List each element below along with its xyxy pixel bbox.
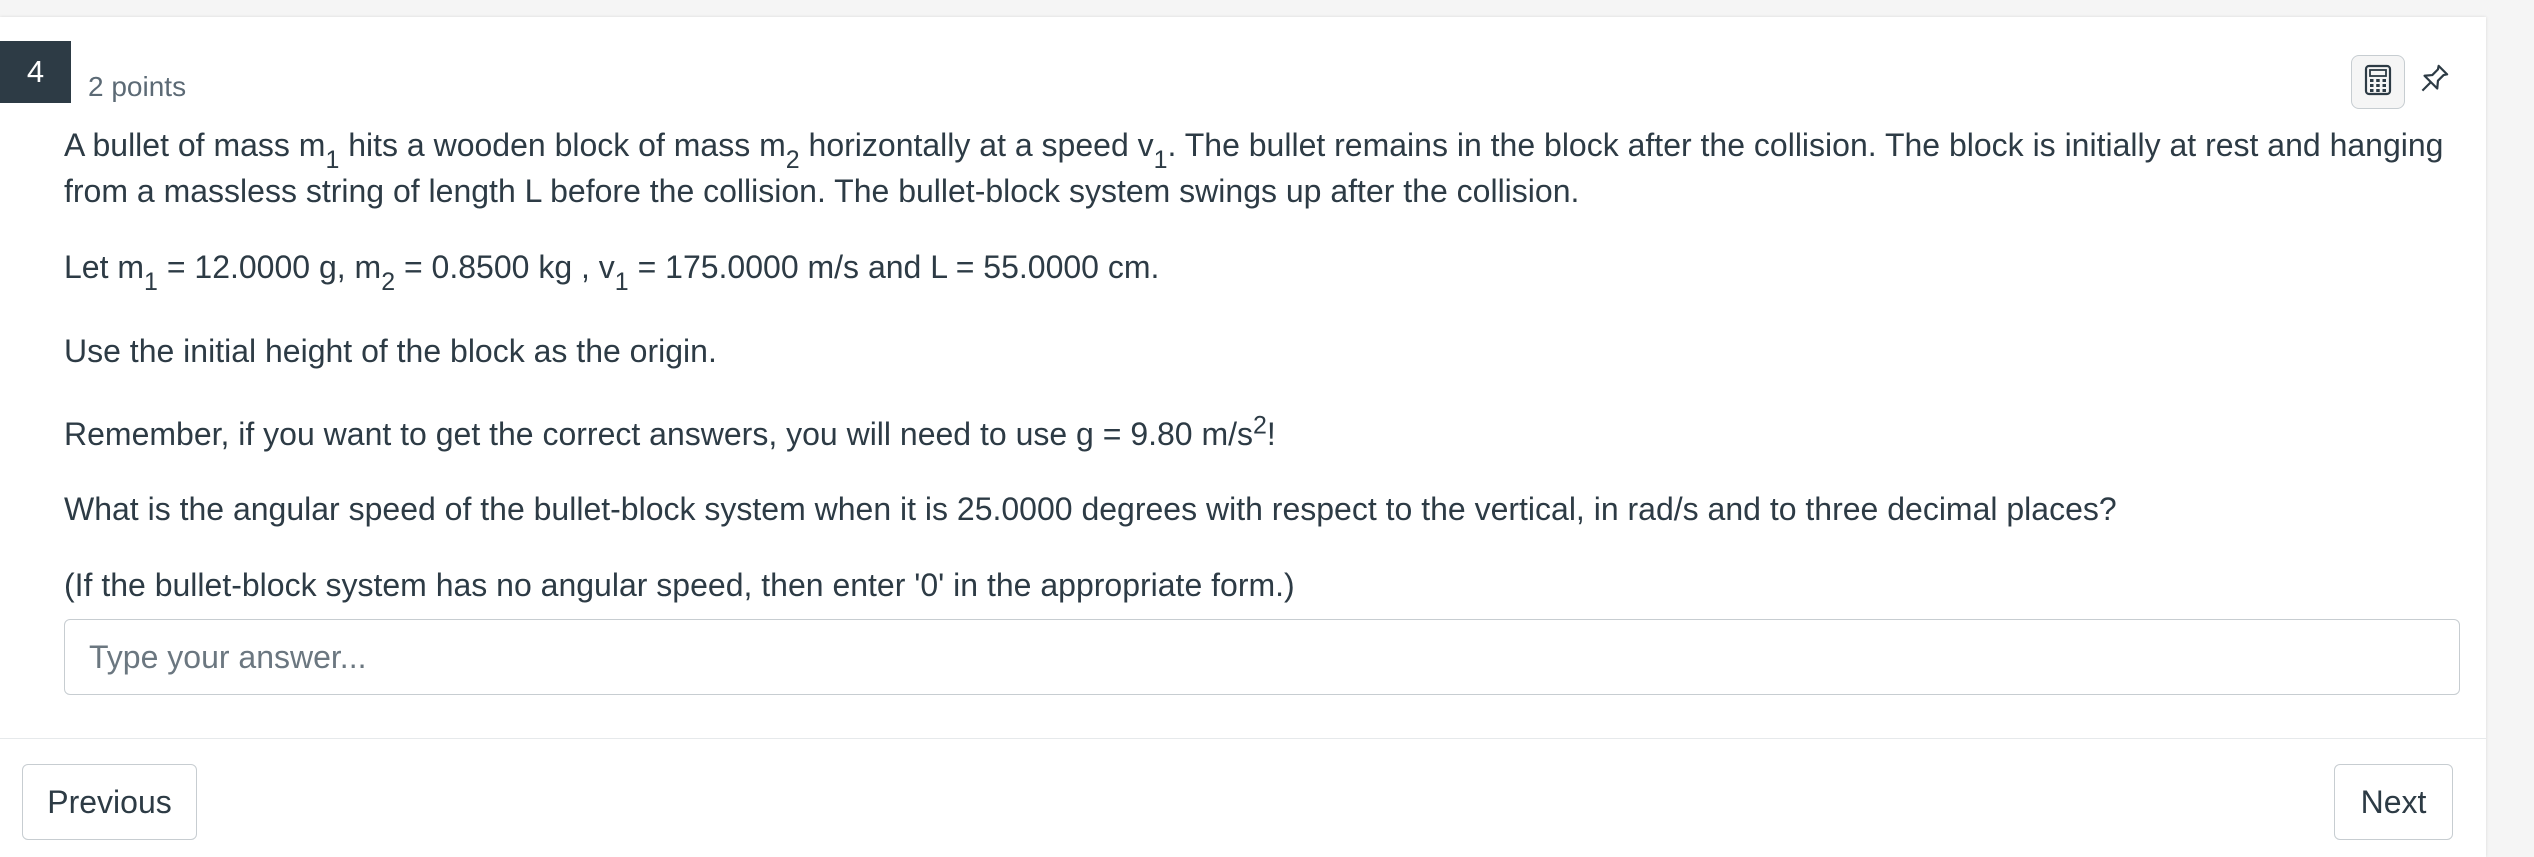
- pin-button[interactable]: [2406, 55, 2460, 109]
- answer-input[interactable]: [64, 619, 2460, 695]
- question-paragraph-3: Use the initial height of the block as t…: [64, 333, 717, 369]
- previous-button[interactable]: Previous: [22, 764, 197, 840]
- footer-divider: [0, 738, 2486, 739]
- question-number-badge: 4: [0, 41, 71, 103]
- question-paragraph-1: A bullet of mass m1 hits a wooden block …: [64, 127, 2444, 209]
- calculator-icon: [2364, 64, 2392, 101]
- question-paragraph-4: Remember, if you want to get the correct…: [64, 411, 1276, 452]
- pin-icon: [2415, 62, 2451, 103]
- question-paragraph-5: What is the angular speed of the bullet-…: [64, 491, 2117, 527]
- question-paragraph-6: (If the bullet-block system has no angul…: [64, 567, 1295, 603]
- calculator-button[interactable]: [2351, 55, 2405, 109]
- question-paragraph-2: Let m1 = 12.0000 g, m2 = 0.8500 kg , v1 …: [64, 249, 1160, 296]
- question-points: 2 points: [88, 71, 187, 102]
- next-button[interactable]: Next: [2334, 764, 2453, 840]
